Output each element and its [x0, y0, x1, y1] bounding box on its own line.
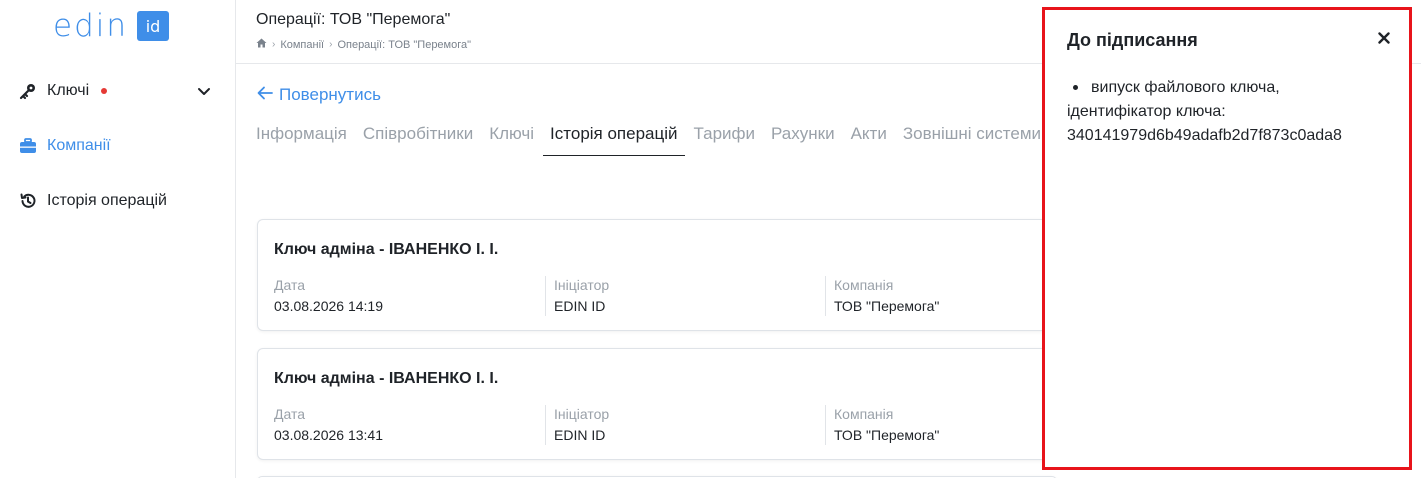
- sidebar-item-label: Компанії: [47, 137, 111, 154]
- logo-badge: id: [137, 11, 170, 41]
- sidebar-item-label: Ключі: [47, 82, 90, 99]
- company-field: Компанія ТОВ "Перемога": [825, 405, 939, 445]
- tab-keys[interactable]: Ключі: [489, 122, 534, 156]
- tab-tariffs[interactable]: Тарифи: [694, 122, 756, 156]
- tab-external-systems[interactable]: Зовнішні системи: [903, 122, 1041, 156]
- sidebar-item-companies[interactable]: Компанії: [18, 134, 218, 158]
- breadcrumb: › Компанії › Операції: ТОВ "Перемога": [256, 38, 471, 51]
- company-label: Компанія: [834, 406, 894, 422]
- date-field: Дата 03.08.2026 14:19: [274, 276, 383, 316]
- company-label: Компанія: [834, 277, 894, 293]
- page-title: Операції: ТОВ "Перемога": [256, 11, 451, 28]
- date-label: Дата: [274, 277, 306, 293]
- signing-list: випуск файлового ключа, ідентифікатор кл…: [1067, 76, 1387, 148]
- company-value: ТОВ "Перемога": [834, 298, 940, 314]
- tab-acts[interactable]: Акти: [851, 122, 887, 156]
- tab-invoices[interactable]: Рахунки: [771, 122, 835, 156]
- sidebar: edin id Ключі Компанії Історія операцій: [0, 0, 236, 478]
- signing-item-line1: випуск файлового ключа,: [1091, 79, 1280, 96]
- date-value: 03.08.2026 13:41: [274, 427, 383, 443]
- notification-dot: [101, 88, 108, 94]
- back-link[interactable]: Повернутись: [257, 85, 381, 105]
- sidebar-item-label: Історія операцій: [47, 192, 167, 209]
- breadcrumb-separator-icon: ›: [329, 39, 333, 50]
- briefcase-icon: [18, 136, 38, 156]
- chevron-down-icon[interactable]: [194, 81, 214, 101]
- history-icon: [18, 191, 38, 211]
- signing-item-key-id: 340141979d6b49adafb2d7f873c0ada8: [1067, 127, 1342, 144]
- initiator-field: Ініціатор EDIN ID: [545, 405, 609, 445]
- signing-item-line2: ідентифікатор ключа:: [1067, 103, 1226, 120]
- home-icon[interactable]: [256, 38, 267, 51]
- operation-card[interactable]: Ключ адміна - ІВАНЕНКО І. І. Дата 03.08.…: [257, 219, 1057, 331]
- sidebar-item-history[interactable]: Історія операцій: [18, 189, 218, 213]
- initiator-field: Ініціатор EDIN ID: [545, 276, 609, 316]
- bullet-icon: [1073, 85, 1078, 90]
- initiator-label: Ініціатор: [554, 406, 610, 422]
- tab-info[interactable]: Інформація: [256, 122, 347, 156]
- breadcrumb-link-companies[interactable]: Компанії: [280, 39, 324, 51]
- tab-operations-history[interactable]: Історія операцій: [543, 122, 685, 156]
- signing-panel: До підписання випуск файлового ключа, ід…: [1042, 7, 1412, 470]
- date-value: 03.08.2026 14:19: [274, 298, 383, 314]
- tab-bar: Інформація Співробітники Ключі Історія о…: [256, 122, 1057, 156]
- list-item: випуск файлового ключа,: [1067, 76, 1387, 100]
- initiator-value: EDIN ID: [554, 298, 606, 314]
- operation-title: Ключ адміна - ІВАНЕНКО І. І.: [274, 370, 499, 387]
- edin-id-logo[interactable]: edin id: [53, 8, 170, 44]
- key-icon: [18, 81, 38, 101]
- tab-employees[interactable]: Співробітники: [363, 122, 473, 156]
- sidebar-item-keys[interactable]: Ключі: [18, 79, 218, 103]
- operation-title: Ключ адміна - ІВАНЕНКО І. І.: [274, 241, 499, 258]
- company-field: Компанія ТОВ "Перемога": [825, 276, 939, 316]
- operation-card[interactable]: Ключ адміна - ІВАНЕНКО І. І. Дата 03.08.…: [257, 348, 1057, 460]
- breadcrumb-current: Операції: ТОВ "Перемога": [337, 38, 472, 51]
- back-link-label: Повернутись: [279, 85, 381, 104]
- panel-title: До підписання: [1067, 30, 1198, 50]
- company-value: ТОВ "Перемога": [834, 427, 940, 443]
- close-icon[interactable]: [1375, 29, 1393, 47]
- arrow-left-icon: [257, 85, 273, 105]
- logo-text: edin: [53, 8, 129, 44]
- date-field: Дата 03.08.2026 13:41: [274, 405, 383, 445]
- breadcrumb-separator-icon: ›: [272, 39, 276, 50]
- date-label: Дата: [274, 406, 306, 422]
- initiator-label: Ініціатор: [554, 277, 610, 293]
- initiator-value: EDIN ID: [554, 427, 606, 443]
